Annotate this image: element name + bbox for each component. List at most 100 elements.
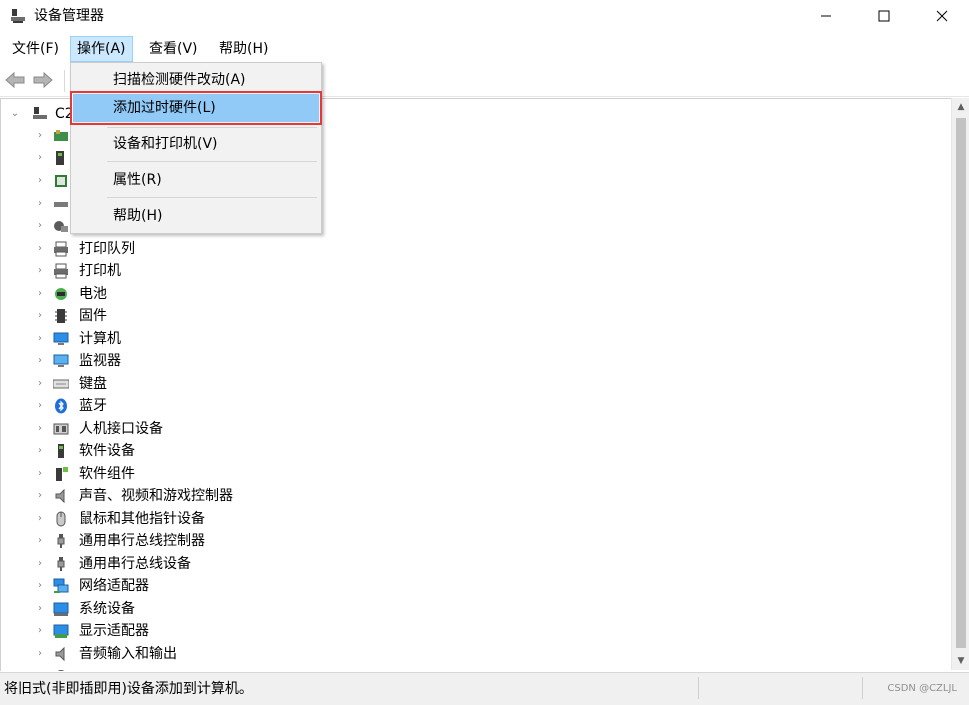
print-queue-icon xyxy=(54,241,68,257)
expand-chevron-icon[interactable]: › xyxy=(35,418,45,440)
tree-item[interactable]: › 固件 xyxy=(1,305,301,327)
menu-view[interactable]: 查看(V) xyxy=(143,36,204,62)
vertical-scrollbar[interactable]: ▲ ▼ xyxy=(951,98,969,670)
expand-chevron-icon[interactable]: › xyxy=(35,125,45,147)
minimize-button[interactable] xyxy=(803,0,849,32)
expand-chevron-icon[interactable]: › xyxy=(35,463,45,485)
menu-item-scan-hardware[interactable]: 扫描检测硬件改动(A) xyxy=(73,66,319,94)
usb-device-icon xyxy=(57,557,65,571)
tree-item[interactable]: › xyxy=(1,193,81,215)
expand-chevron-icon[interactable]: › xyxy=(35,508,45,530)
menu-item-devices-and-printers[interactable]: 设备和打印机(V) xyxy=(73,130,319,158)
tree-item[interactable]: › 计算机 xyxy=(1,328,301,350)
close-button[interactable] xyxy=(919,0,965,32)
expand-chevron-icon[interactable]: › xyxy=(35,170,45,192)
tree-item[interactable]: › 音频输入和输出 xyxy=(1,643,301,665)
minimize-icon xyxy=(821,15,831,17)
audio-io-icon xyxy=(55,646,65,662)
expand-chevron-icon[interactable]: › xyxy=(35,643,45,665)
network-adapter-icon xyxy=(53,578,69,593)
tree-item[interactable]: › xyxy=(1,125,81,147)
tree-item[interactable]: › xyxy=(1,147,81,169)
expand-chevron-icon[interactable]: › xyxy=(35,238,45,260)
expand-chevron-icon[interactable]: › xyxy=(35,305,45,327)
expand-chevron-icon[interactable]: › xyxy=(35,598,45,620)
tree-item[interactable]: › 监视器 xyxy=(1,350,301,372)
tree-item-label: 人机接口设备 xyxy=(79,421,163,437)
tree-item[interactable]: › 键盘 xyxy=(1,373,301,395)
tree-item[interactable]: › xyxy=(1,170,81,192)
expand-chevron-icon[interactable]: › xyxy=(35,283,45,305)
expand-chevron-icon[interactable]: › xyxy=(35,328,45,350)
menu-item-properties[interactable]: 属性(R) xyxy=(73,166,319,194)
expand-chevron-icon[interactable]: › xyxy=(35,395,45,417)
expand-chevron-icon[interactable]: › xyxy=(35,350,45,372)
expand-chevron-icon[interactable]: › xyxy=(35,147,45,169)
bluetooth-icon xyxy=(55,398,67,414)
menu-separator xyxy=(107,161,317,162)
maximize-button[interactable] xyxy=(861,0,907,32)
tree-item[interactable]: › 通用串行总线设备 xyxy=(1,553,301,575)
scroll-down-icon[interactable]: ▼ xyxy=(952,652,969,670)
tree-item-label: 显示适配器 xyxy=(79,623,149,639)
menu-action[interactable]: 操作(A) xyxy=(70,36,133,62)
expand-chevron-icon[interactable]: › xyxy=(35,665,45,671)
computer-root-icon xyxy=(33,107,47,119)
expand-chevron-icon[interactable]: › xyxy=(35,575,45,597)
printer-icon xyxy=(54,263,68,279)
scroll-up-icon[interactable]: ▲ xyxy=(952,98,969,116)
tree-item[interactable]: › xyxy=(1,215,81,237)
usb-icon xyxy=(57,534,65,548)
status-pane-divider xyxy=(698,677,699,699)
tree-item-label: 声音、视频和游戏控制器 xyxy=(79,488,233,504)
menu-file[interactable]: 文件(F) xyxy=(6,36,65,62)
arrow-right-icon[interactable] xyxy=(32,70,54,90)
tree-item[interactable]: › 打印机 xyxy=(1,260,301,282)
tree-item[interactable]: › 软件组件 xyxy=(1,463,301,485)
keyboard-icon xyxy=(53,379,69,389)
expand-chevron-icon[interactable]: › xyxy=(35,260,45,282)
maximize-icon xyxy=(878,10,890,22)
tree-item-label: 电池 xyxy=(79,286,107,302)
tree-item[interactable]: › 软件设备 xyxy=(1,440,301,462)
tree-item[interactable]: › 人机接口设备 xyxy=(1,418,301,440)
storage-controller-icon xyxy=(54,221,68,232)
tree-item-label: 固件 xyxy=(79,308,107,324)
tree-item-label: 鼠标和其他指针设备 xyxy=(79,511,205,527)
tree-item[interactable]: › 声音、视频和游戏控制器 xyxy=(1,485,301,507)
tree-item[interactable]: › 网络适配器 xyxy=(1,575,301,597)
expand-chevron-icon[interactable]: › xyxy=(35,373,45,395)
tree-item[interactable]: › 系统设备 xyxy=(1,598,301,620)
collapse-chevron-icon[interactable]: ⌄ xyxy=(10,103,20,125)
expand-chevron-icon[interactable]: › xyxy=(35,485,45,507)
processor-icon xyxy=(55,175,67,187)
arrow-left-icon[interactable] xyxy=(4,70,26,90)
action-dropdown-menu: 扫描检测硬件改动(A) 添加过时硬件(L) 设备和打印机(V) 属性(R) 帮助… xyxy=(70,62,322,234)
expand-chevron-icon[interactable]: › xyxy=(35,193,45,215)
tree-item-label: 计算机 xyxy=(79,331,121,347)
tree-item[interactable]: › 电池 xyxy=(1,283,301,305)
software-component-icon xyxy=(56,467,68,481)
expand-chevron-icon[interactable]: › xyxy=(35,620,45,642)
menu-help[interactable]: 帮助(H) xyxy=(213,36,274,62)
tree-item[interactable]: › 显示适配器 xyxy=(1,620,301,642)
tree-item[interactable]: › 通用串行总线控制器 xyxy=(1,530,301,552)
menu-separator xyxy=(107,127,317,128)
expand-chevron-icon[interactable]: › xyxy=(35,530,45,552)
tree-item-label: 软件设备 xyxy=(79,443,135,459)
expand-chevron-icon[interactable]: › xyxy=(35,440,45,462)
tree-item[interactable]: › 鼠标和其他指针设备 xyxy=(1,508,301,530)
scrollbar-thumb[interactable] xyxy=(956,118,966,648)
display-adapter-icon xyxy=(53,624,69,638)
expand-chevron-icon[interactable]: › xyxy=(35,553,45,575)
title-bar: 设备管理器 xyxy=(0,0,969,32)
tree-item-label: 系统设备 xyxy=(79,601,135,617)
menu-item-add-legacy-hardware[interactable]: 添加过时硬件(L) xyxy=(70,91,322,125)
window-title: 设备管理器 xyxy=(34,8,104,24)
expand-chevron-icon[interactable]: › xyxy=(35,215,45,237)
tree-item[interactable]: › 蓝牙 xyxy=(1,395,301,417)
tree-item[interactable]: › 打印队列 xyxy=(1,238,301,260)
status-text: 将旧式(非即插即用)设备添加到计算机。 xyxy=(4,681,253,697)
menu-item-help[interactable]: 帮助(H) xyxy=(73,202,319,230)
tree-item[interactable]: › xyxy=(1,665,81,671)
